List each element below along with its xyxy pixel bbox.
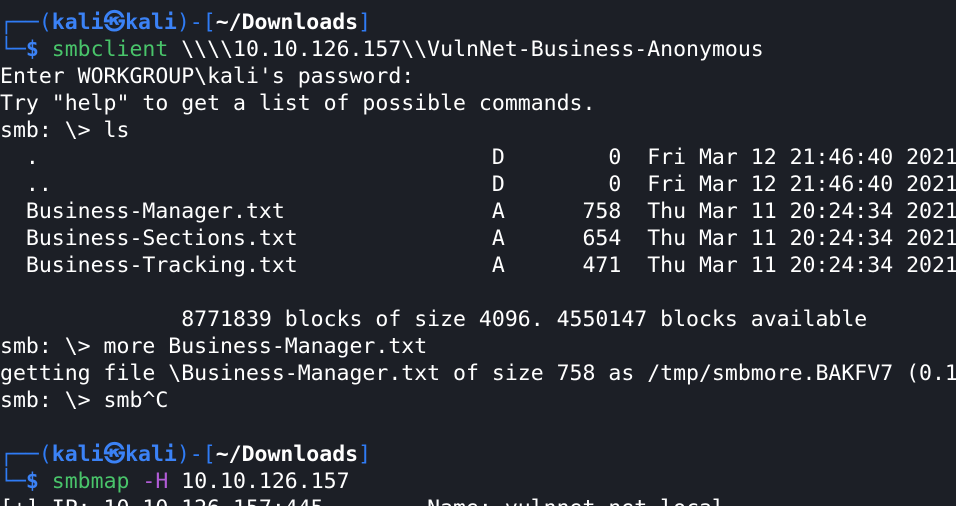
prompt-end: ] [358, 10, 372, 35]
prompt-user: kali [51, 442, 104, 467]
prompt-dollar: $ [25, 469, 39, 494]
prompt-host: kali [125, 10, 177, 35]
file-list-row: Business-Sections.txt A 654 Thu Mar 11 2… [0, 226, 956, 251]
prompt-line-top: ┌──(kali㉿kali)-[~/Downloads] [0, 441, 956, 468]
command-name: smbclient [51, 37, 169, 62]
prompt-line-command[interactable]: └─$ smbclient \\\\10.10.126.157\\VulnNet… [0, 36, 956, 63]
command-args: 10.10.126.157 [168, 469, 350, 494]
terminal-window[interactable]: ┌──(kali㉿kali)-[~/Downloads] └─$ smbclie… [0, 0, 956, 506]
file-list-row: Business-Manager.txt A 758 Thu Mar 11 20… [0, 199, 956, 224]
prompt-dollar: $ [25, 37, 39, 62]
output-line-partial: [+] IP: 10.10.126.157:445 Name: vulnnet.… [0, 495, 956, 506]
kali-skull-icon: ㉿ [103, 10, 126, 35]
prompt-box-top: ┌──( [0, 10, 52, 35]
prompt-mid: )-[ [176, 442, 216, 467]
prompt-dir: ~/Downloads [215, 442, 359, 467]
file-list-row: . D 0 Fri Mar 12 21:46:40 2021 [0, 145, 956, 170]
command-args: \\\\10.10.126.157\\VulnNet-Business-Anon… [168, 37, 764, 62]
output-line: Enter WORKGROUP\kali's password: [0, 64, 415, 89]
output-line: smb: \> more Business-Manager.txt [0, 334, 428, 359]
prompt-line-command[interactable]: └─$ smbmap -H 10.10.126.157 [0, 468, 956, 495]
kali-skull-icon: ㉿ [103, 442, 126, 467]
output-line: smb: \> ls [0, 118, 130, 143]
output-line: getting file \Business-Manager.txt of si… [0, 361, 956, 386]
prompt-end: ] [358, 442, 372, 467]
prompt-box-bottom: └─ [0, 469, 26, 494]
output-line: Try "help" to get a list of possible com… [0, 91, 596, 116]
prompt-box-top: ┌──( [0, 442, 52, 467]
command-flag: -H [129, 469, 169, 494]
file-list-row: Business-Tracking.txt A 471 Thu Mar 11 2… [0, 253, 956, 278]
prompt-mid: )-[ [176, 10, 216, 35]
output-line: smb: \> smb^C [0, 388, 169, 413]
blocks-summary: 8771839 blocks of size 4096. 4550147 blo… [0, 307, 868, 332]
prompt-user: kali [51, 10, 104, 35]
command-name: smbmap [51, 469, 130, 494]
prompt-dir: ~/Downloads [215, 10, 359, 35]
prompt-host: kali [125, 442, 177, 467]
file-list-row: .. D 0 Fri Mar 12 21:46:40 2021 [0, 172, 956, 197]
prompt-box-bottom: └─ [0, 37, 26, 62]
prompt-line-top: ┌──(kali㉿kali)-[~/Downloads] [0, 9, 956, 36]
